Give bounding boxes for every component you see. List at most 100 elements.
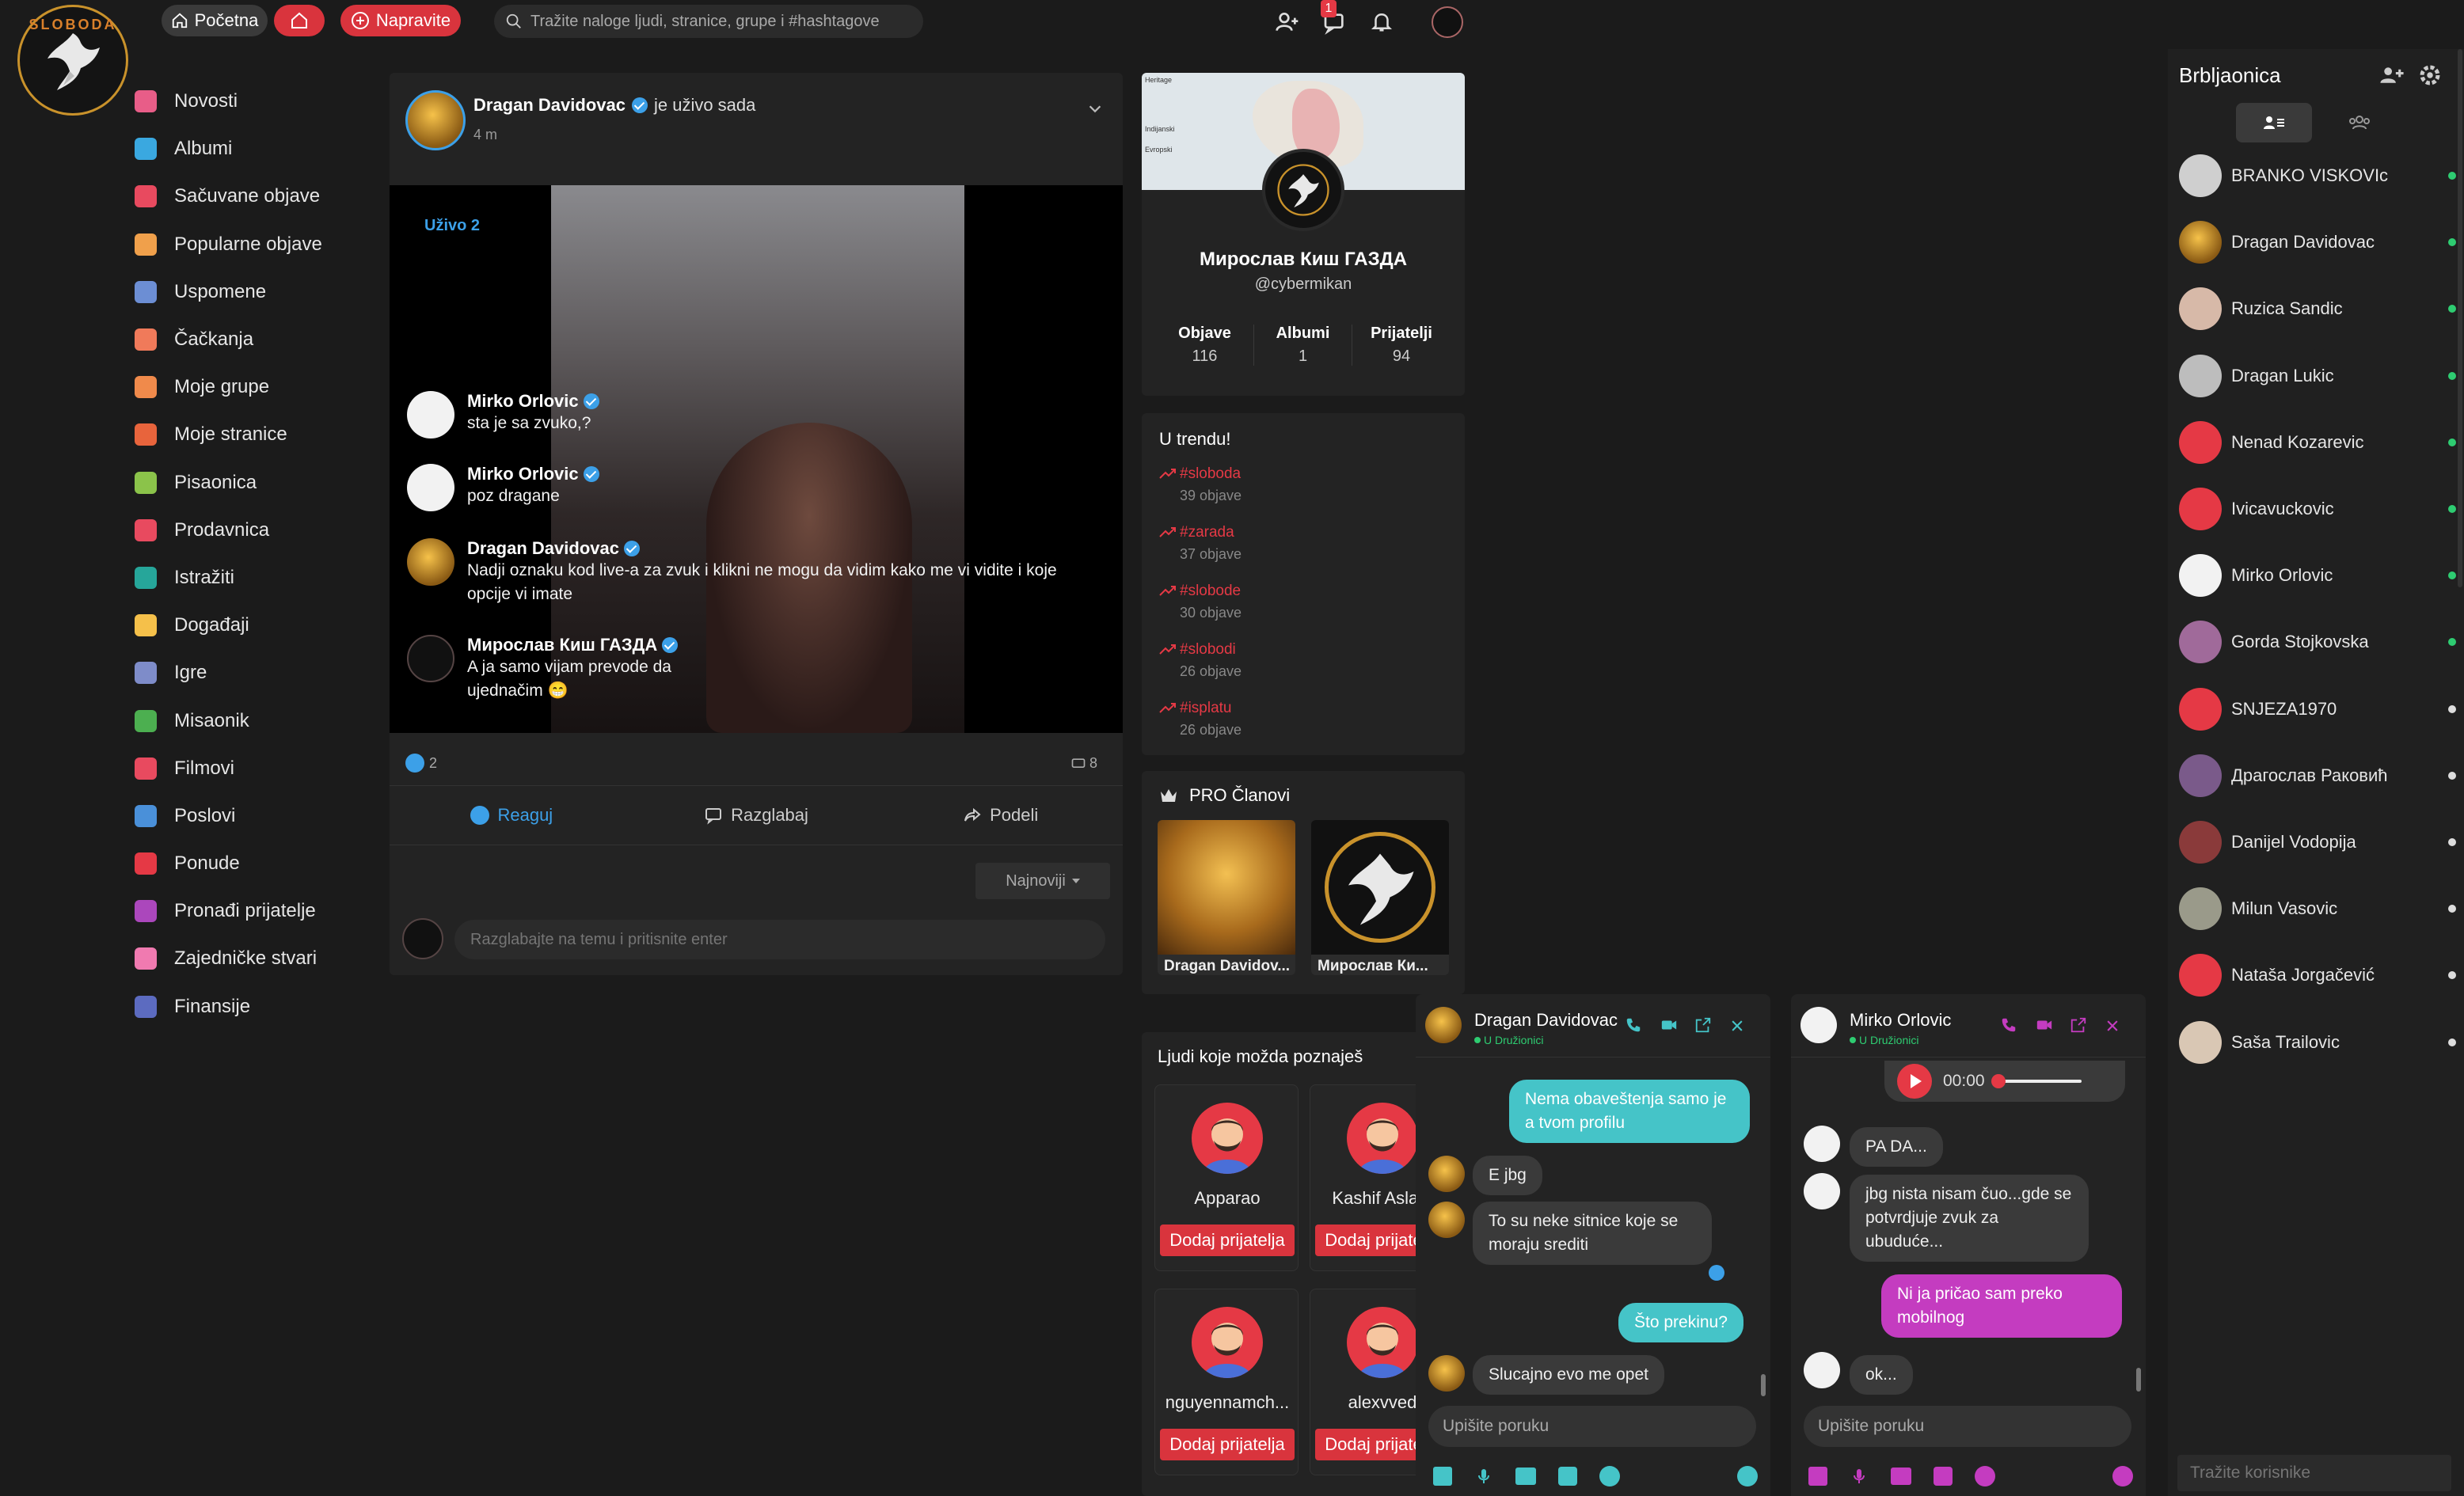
- author-avatar[interactable]: [405, 90, 466, 150]
- sticker-icon[interactable]: [1558, 1467, 1577, 1486]
- pro-member-1[interactable]: Dragan Davidov...: [1158, 820, 1295, 975]
- commenter-name[interactable]: Dragan Davidovac: [467, 538, 619, 559]
- trending-tag[interactable]: #slobode: [1180, 583, 1241, 600]
- live-video[interactable]: Uživo 2 Mirko Orlovic sta je sa zvuko,? Mi…: [390, 185, 1123, 733]
- user-avatar-menu[interactable]: [1432, 6, 1463, 38]
- group-add-icon[interactable]: [2378, 63, 2405, 87]
- comments-count[interactable]: 8: [1089, 755, 1097, 772]
- nav-item[interactable]: Novosti: [135, 78, 372, 125]
- video-call-icon[interactable]: [1660, 1016, 1679, 1034]
- gif-icon[interactable]: [1515, 1468, 1536, 1485]
- person-card[interactable]: nguyennamch... Dodaj prijatelja: [1154, 1289, 1299, 1475]
- nav-item[interactable]: Uspomene: [135, 268, 372, 316]
- nav-item[interactable]: Sačuvane objave: [135, 173, 372, 220]
- tab-contacts[interactable]: [2236, 103, 2312, 142]
- nav-item[interactable]: Igre: [135, 649, 372, 697]
- trending-tag[interactable]: #zarada: [1180, 524, 1234, 541]
- trending-tag[interactable]: #isplatu: [1180, 700, 1232, 717]
- trending-tag[interactable]: #slobodi: [1180, 641, 1236, 659]
- chat-contact[interactable]: BRANKO VISKOVIc: [2179, 150, 2456, 201]
- comment-input[interactable]: [470, 930, 1072, 949]
- friend-requests-button[interactable]: [1275, 9, 1300, 35]
- chat-contact[interactable]: Dragan Lukic: [2179, 351, 2456, 401]
- chat-avatar[interactable]: [1425, 1007, 1462, 1043]
- add-friend-button[interactable]: Dodaj prijatelja: [1160, 1225, 1295, 1256]
- profile-name[interactable]: Мирослав Киш ГАЗДА: [1142, 249, 1465, 271]
- chat-contact[interactable]: Ivicavuckovic: [2179, 484, 2456, 534]
- audio-progress[interactable]: [1991, 1074, 2082, 1088]
- tab-groups[interactable]: [2321, 103, 2397, 142]
- chat-input-wrap[interactable]: [1804, 1406, 2131, 1447]
- gif-icon[interactable]: [1891, 1468, 1911, 1485]
- chat-contact[interactable]: Saša Trailovic: [2179, 1017, 2456, 1068]
- quick-home-button[interactable]: [274, 5, 325, 36]
- chat-contact[interactable]: Milun Vasovic: [2179, 883, 2456, 934]
- pro-member-2[interactable]: Мирослав Ки...: [1311, 820, 1449, 975]
- stat-posts[interactable]: Objave 116: [1156, 325, 1254, 366]
- commenter-name[interactable]: Mirko Orlovic: [467, 464, 579, 484]
- commenter-avatar[interactable]: [407, 464, 454, 511]
- user-search-wrap[interactable]: [2177, 1455, 2451, 1491]
- chat-contact[interactable]: SNJEZA1970: [2179, 684, 2456, 735]
- site-logo[interactable]: SLOBODA: [17, 5, 128, 116]
- chat-scrollbar[interactable]: [1761, 1374, 1766, 1396]
- settings-gear-icon[interactable]: [2418, 63, 2442, 87]
- chat-input-wrap[interactable]: [1428, 1406, 1756, 1447]
- chat-message-input[interactable]: [1818, 1417, 2103, 1436]
- chat-sidebar-scrollbar[interactable]: [2458, 49, 2462, 587]
- nav-item[interactable]: Poslovi: [135, 792, 372, 840]
- color-picker-icon[interactable]: [1975, 1466, 1995, 1487]
- sticker-icon[interactable]: [1934, 1467, 1953, 1486]
- trending-tag[interactable]: #sloboda: [1180, 465, 1241, 483]
- chat-contact-name[interactable]: Mirko Orlovic: [1850, 1010, 1951, 1031]
- user-search-input[interactable]: [2190, 1464, 2443, 1483]
- commenter-name[interactable]: Мирослав Киш ГАЗДА: [467, 635, 657, 655]
- microphone-icon[interactable]: [1474, 1467, 1493, 1486]
- chat-contact[interactable]: Драгослав Раковић: [2179, 750, 2456, 801]
- popout-icon[interactable]: [1694, 1016, 1712, 1034]
- nav-item[interactable]: Moje grupe: [135, 363, 372, 411]
- search-input[interactable]: [530, 12, 911, 31]
- commenter-avatar[interactable]: [407, 391, 454, 439]
- nav-item[interactable]: Albumi: [135, 125, 372, 173]
- chat-scrollbar[interactable]: [2136, 1368, 2141, 1392]
- chat-contact[interactable]: Gorda Stojkovska: [2179, 617, 2456, 667]
- chat-contact[interactable]: Dragan Davidovac: [2179, 217, 2456, 268]
- nav-item[interactable]: Prodavnica: [135, 507, 372, 554]
- nav-item[interactable]: Zajedničke stvari: [135, 935, 372, 982]
- post-time[interactable]: 4 m: [473, 127, 497, 143]
- chat-contact[interactable]: Nenad Kozarevic: [2179, 417, 2456, 468]
- phone-icon[interactable]: [2000, 1016, 2017, 1034]
- emoji-icon[interactable]: [2112, 1466, 2133, 1487]
- nav-item[interactable]: Događaji: [135, 602, 372, 649]
- color-picker-icon[interactable]: [1599, 1466, 1620, 1487]
- close-icon[interactable]: [1729, 1018, 1745, 1034]
- nav-item[interactable]: Pronađi prijatelje: [135, 887, 372, 935]
- chat-contact[interactable]: Danijel Vodopija: [2179, 817, 2456, 868]
- chat-message-input[interactable]: [1443, 1417, 1728, 1436]
- comment-input-wrap[interactable]: [454, 920, 1105, 959]
- nav-item[interactable]: Istražiti: [135, 554, 372, 602]
- close-icon[interactable]: [2105, 1018, 2120, 1034]
- profile-handle[interactable]: @cybermikan: [1142, 275, 1465, 294]
- create-button[interactable]: Napravite: [340, 5, 461, 36]
- play-icon[interactable]: [1897, 1064, 1932, 1099]
- emoji-icon[interactable]: [1737, 1466, 1758, 1487]
- nav-item[interactable]: Filmovi: [135, 745, 372, 792]
- stat-albums[interactable]: Albumi 1: [1254, 325, 1352, 366]
- comment-button[interactable]: Razglabaj: [634, 805, 879, 826]
- sort-dropdown[interactable]: Najnoviji: [975, 863, 1110, 899]
- commenter-avatar[interactable]: [407, 635, 454, 682]
- phone-icon[interactable]: [1625, 1016, 1642, 1034]
- nav-item[interactable]: Finansije: [135, 983, 372, 1031]
- messages-button[interactable]: 1: [1321, 0, 1349, 35]
- audio-progress-handle[interactable]: [1991, 1074, 2006, 1088]
- nav-item[interactable]: Ponude: [135, 840, 372, 887]
- popout-icon[interactable]: [2070, 1016, 2087, 1034]
- person-card[interactable]: Apparao Dodaj prijatelja: [1154, 1084, 1299, 1271]
- chevron-down-icon[interactable]: [1086, 100, 1104, 117]
- attach-file-icon[interactable]: [1808, 1467, 1827, 1486]
- chat-contact[interactable]: Nataša Jorgačević: [2179, 950, 2456, 1000]
- notifications-button[interactable]: [1370, 9, 1395, 35]
- profile-avatar[interactable]: [1262, 149, 1344, 231]
